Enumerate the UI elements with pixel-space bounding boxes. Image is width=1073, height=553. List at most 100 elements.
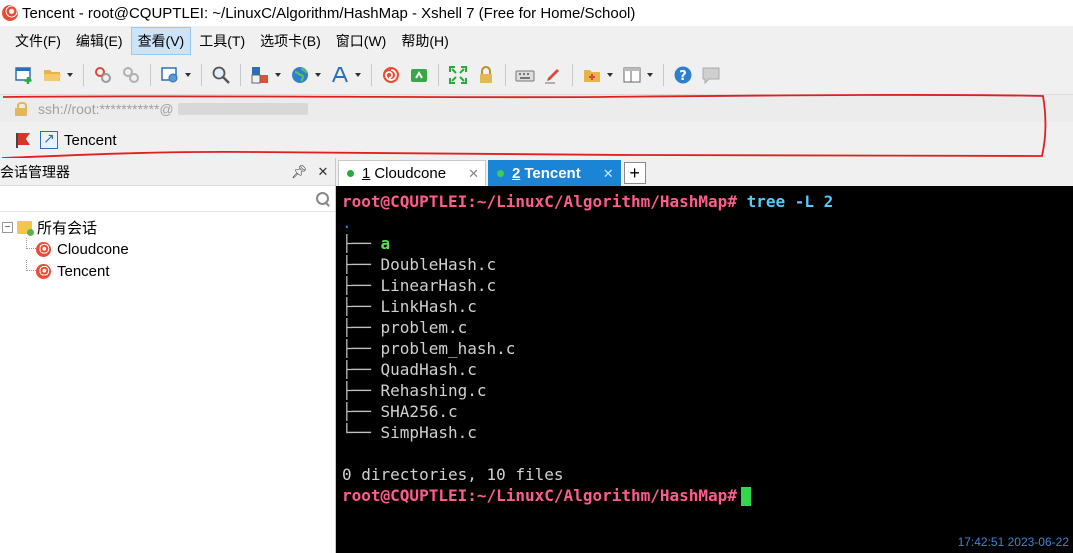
address-bar[interactable]: ssh://root:***********@ [0,94,1073,122]
toolbar-separator [438,64,439,86]
highlight-icon[interactable] [542,64,564,86]
tree-connector [26,238,36,249]
tree-entry: └── SimpHash.c [342,423,477,442]
toolbar-separator [371,64,372,86]
keyboard-icon[interactable] [514,64,536,86]
layout-icon[interactable] [249,64,271,86]
menu-bar: 文件(F) 编辑(E) 查看(V) 工具(T) 选项卡(B) 窗口(W) 帮助(… [0,26,1073,56]
tree-entry: ├── LinearHash.c [342,276,497,295]
session-search-row [0,186,335,212]
window-layout-dropdown-arrow[interactable] [646,64,654,86]
new-tab-button[interactable]: + [623,162,646,184]
session-icon [36,241,51,257]
shortcut-icon[interactable] [40,130,58,149]
tab-label: Cloudcone [374,165,447,182]
session-item-tencent[interactable]: Tencent [0,260,335,282]
plus-icon: + [629,162,640,183]
session-tree: − 所有会话 Cloudcone Tencent [0,212,335,282]
tree-entry: ├── problem_hash.c [342,339,516,358]
entry-name: problem_hash.c [380,339,516,358]
xshell-icon[interactable] [380,64,402,86]
tab-number: 1 [362,165,371,182]
menu-tools[interactable]: 工具(T) [192,27,252,55]
tab-close-icon[interactable]: ✕ [468,166,479,182]
pin-icon[interactable]: 📌︎ [291,164,308,180]
tab-cloudcone[interactable]: 1 Cloudcone ✕ [338,160,486,186]
reconnect-icon[interactable] [120,64,142,86]
toolbar: ? [0,56,1073,94]
globe-icon[interactable] [289,64,311,86]
toolbar-separator [505,64,506,86]
close-icon[interactable]: ✕ [315,164,331,180]
menu-help[interactable]: 帮助(H) [394,27,455,55]
terminal[interactable]: root@CQUPTLEI:~/LinuxC/Algorithm/HashMap… [336,186,1073,553]
entry-name: SHA256.c [380,402,458,421]
tab-number: 2 [511,165,521,182]
new-folder-dropdown-arrow[interactable] [606,64,614,86]
link-tencent[interactable]: Tencent [64,132,117,149]
xshell-logo-icon [2,5,18,21]
session-label: Cloudcone [57,240,129,258]
properties-dropdown-arrow[interactable] [184,64,192,86]
collapse-icon[interactable]: − [2,221,13,233]
search-icon[interactable] [315,191,331,207]
fullscreen-icon[interactable] [447,64,469,86]
root-dot: . [342,213,352,232]
timestamp: 17:42:51 2023-06-22 [957,535,1069,549]
session-item-cloudcone[interactable]: Cloudcone [0,238,335,260]
tab-label: Tencent [524,165,581,182]
tab-bar: 1 Cloudcone ✕ 2 Tencent ✕ + [336,158,1073,186]
connected-dot-icon [347,170,354,177]
window-layout-icon[interactable] [621,64,643,86]
lock-toolbar-icon[interactable] [475,64,497,86]
session-manager-panel: 会话管理器 📌︎ ✕ − 所有会话 Cloudcone Tencent [0,158,336,553]
tree-root-all-sessions[interactable]: − 所有会话 [0,216,335,238]
tab-tencent[interactable]: 2 Tencent ✕ [487,160,621,186]
window-title: Tencent - root@CQUPTLEI: ~/LinuxC/Algori… [22,4,636,22]
find-icon[interactable] [210,64,232,86]
entry-name: a [380,234,391,253]
help-icon[interactable]: ? [672,64,694,86]
disconnect-icon[interactable] [92,64,114,86]
open-dropdown-arrow[interactable] [66,64,74,86]
entry-name: LinkHash.c [380,297,477,316]
tree-entry: ├── DoubleHash.c [342,255,497,274]
chat-icon[interactable] [700,64,722,86]
flag-icon[interactable] [14,131,32,149]
tree-entry: ├── problem.c [342,318,468,337]
toolbar-separator [201,64,202,86]
command-line: root@CQUPTLEI:~/LinuxC/Algorithm/HashMap… [342,191,1073,212]
menu-tabs[interactable]: 选项卡(B) [253,27,328,55]
summary: 0 directories, 10 files [342,465,564,484]
open-folder-icon[interactable] [41,64,63,86]
session-manager-title: 会话管理器 [0,163,70,180]
session-manager-header: 会话管理器 📌︎ ✕ [0,158,335,186]
entry-name: QuadHash.c [380,360,477,379]
new-session-icon[interactable] [13,64,35,86]
prompt-line: root@CQUPTLEI:~/LinuxC/Algorithm/HashMap… [342,485,1073,506]
prompt: root@CQUPTLEI:~/LinuxC/Algorithm/HashMap… [342,192,737,211]
session-search-input[interactable] [0,187,315,210]
font-dropdown-arrow[interactable] [354,64,362,86]
menu-window[interactable]: 窗口(W) [329,27,394,55]
font-icon[interactable] [329,64,351,86]
entry-name: DoubleHash.c [380,255,497,274]
new-folder-icon[interactable] [581,64,603,86]
tab-close-icon[interactable]: ✕ [603,166,614,182]
tree-entry: ├── Rehashing.c [342,381,487,400]
xftp-icon[interactable] [408,64,430,86]
links-bar: Tencent [0,122,1073,158]
toolbar-separator [83,64,84,86]
tree-connector [26,260,36,271]
folder-icon [17,220,34,236]
menu-edit[interactable]: 编辑(E) [69,27,130,55]
entry-name: Rehashing.c [380,381,487,400]
session-icon [36,263,51,279]
layout-dropdown-arrow[interactable] [274,64,282,86]
properties-icon[interactable] [159,64,181,86]
globe-dropdown-arrow[interactable] [314,64,322,86]
menu-view[interactable]: 查看(V) [130,27,192,55]
menu-file[interactable]: 文件(F) [8,27,68,55]
entry-name: LinearHash.c [380,276,497,295]
tree-entry: ├── a [342,234,391,253]
